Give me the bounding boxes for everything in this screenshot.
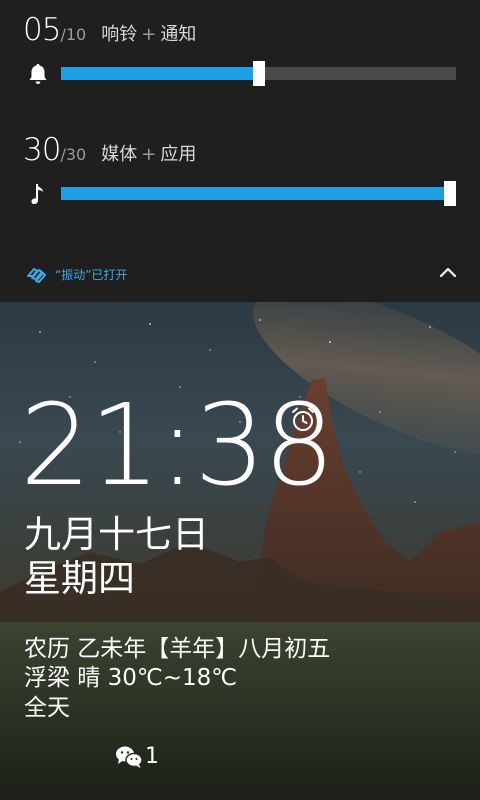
ringer-volume-slider[interactable] — [61, 61, 456, 86]
ringer-label-b: 通知 — [160, 24, 197, 45]
ringer-volume-label: 响铃 + 通知 — [101, 24, 196, 45]
media-label-a: 媒体 — [101, 144, 138, 165]
vibrate-status-text: “振动”已打开 — [55, 267, 128, 282]
volume-panel: 05/10 响铃 + 通知 30/30 媒体 + 应用 “振动”已打开 — [0, 0, 480, 302]
media-label-plus: + — [141, 144, 157, 165]
vibrate-icon — [27, 268, 46, 283]
vibrate-toggle[interactable]: “振动”已打开 — [25, 262, 127, 286]
wechat-icon — [116, 746, 143, 768]
ringer-volume-level: 05 — [23, 12, 61, 48]
calendar-event: 全天 — [24, 695, 70, 721]
bell-icon[interactable] — [26, 62, 50, 86]
media-volume-max: /30 — [60, 145, 87, 164]
wechat-notification[interactable]: 1 — [115, 744, 159, 769]
media-volume-level: 30 — [23, 132, 61, 168]
lock-screen: 21:38 九月十七日 星期四 农历 乙未年【羊年】八月初五 浮梁 晴 30℃~… — [0, 302, 480, 800]
media-volume-label: 媒体 + 应用 — [101, 144, 196, 165]
ringer-volume-max: /10 — [60, 25, 87, 44]
lock-clock-time: 21:38 — [20, 381, 335, 511]
media-volume-header: 30/30 媒体 + 应用 — [23, 132, 196, 168]
lock-date: 九月十七日 — [24, 513, 209, 556]
notification-count: 1 — [145, 744, 159, 769]
music-note-icon[interactable] — [26, 182, 50, 206]
lock-weekday: 星期四 — [24, 557, 135, 600]
weather-info: 浮梁 晴 30℃~18℃ — [24, 665, 238, 691]
media-volume-slider[interactable] — [61, 181, 456, 206]
chevron-up-icon[interactable] — [438, 262, 458, 282]
ringer-label-plus: + — [141, 24, 157, 45]
ringer-volume-fill — [61, 67, 259, 80]
media-volume-fill — [61, 187, 456, 200]
ringer-volume-thumb[interactable] — [252, 61, 265, 86]
lunar-date: 农历 乙未年【羊年】八月初五 — [24, 636, 331, 662]
media-label-b: 应用 — [160, 144, 197, 165]
ringer-label-a: 响铃 — [101, 24, 138, 45]
media-volume-thumb[interactable] — [444, 181, 456, 206]
alarm-clock-icon — [292, 407, 314, 431]
ringer-volume-header: 05/10 响铃 + 通知 — [23, 12, 196, 48]
